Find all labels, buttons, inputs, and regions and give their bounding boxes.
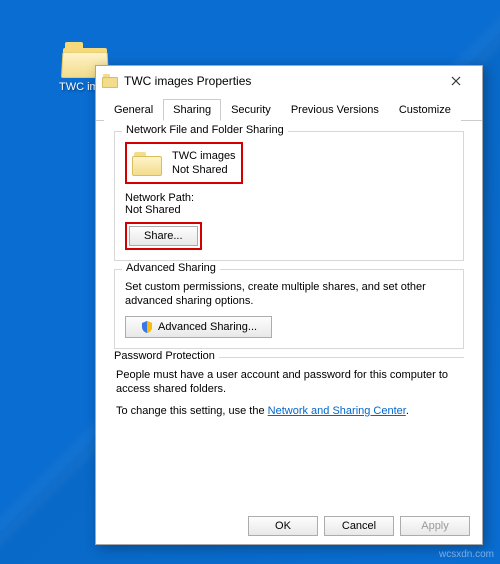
password-change-hint: To change this setting, use the Network … [116, 404, 462, 418]
tab-security[interactable]: Security [221, 99, 281, 121]
highlight-share-status: TWC images Not Shared [125, 142, 243, 184]
apply-button[interactable]: Apply [400, 516, 470, 536]
advanced-sharing-group: Advanced Sharing Set custom permissions,… [114, 269, 464, 349]
folder-icon [102, 74, 118, 88]
share-button[interactable]: Share... [129, 226, 198, 246]
ok-button[interactable]: OK [248, 516, 318, 536]
folder-name: TWC images [172, 149, 236, 163]
text: . [406, 405, 409, 417]
close-button[interactable] [436, 67, 476, 95]
advanced-sharing-button[interactable]: Advanced Sharing... [125, 316, 272, 338]
tab-sharing[interactable]: Sharing [163, 99, 221, 121]
network-sharing-group: Network File and Folder Sharing TWC imag… [114, 131, 464, 261]
folder-icon [132, 150, 162, 176]
group-legend: Password Protection [114, 350, 219, 362]
text: To change this setting, use the [116, 405, 268, 417]
cancel-button[interactable]: Cancel [324, 516, 394, 536]
advanced-sharing-label: Advanced Sharing... [158, 321, 257, 333]
tab-customize[interactable]: Customize [389, 99, 461, 121]
group-legend: Network File and Folder Sharing [122, 124, 288, 136]
watermark: wcsxdn.com [439, 549, 494, 560]
tab-strip: General Sharing Security Previous Versio… [96, 98, 482, 121]
group-legend: Advanced Sharing [122, 262, 220, 274]
shield-icon [140, 320, 154, 334]
dialog-title: TWC images Properties [124, 74, 251, 88]
dialog-footer: OK Cancel Apply [96, 508, 482, 544]
titlebar[interactable]: TWC images Properties [96, 66, 482, 96]
share-status: Not Shared [172, 163, 236, 177]
tab-general[interactable]: General [104, 99, 163, 121]
tab-previous-versions[interactable]: Previous Versions [281, 99, 389, 121]
network-path-label: Network Path: [125, 192, 453, 204]
password-desc: People must have a user account and pass… [116, 368, 462, 396]
tab-content: Network File and Folder Sharing TWC imag… [96, 121, 482, 508]
advanced-desc: Set custom permissions, create multiple … [125, 280, 453, 308]
close-icon [451, 76, 461, 86]
properties-dialog: TWC images Properties General Sharing Se… [95, 65, 483, 545]
password-protection-group: Password Protection People must have a u… [114, 357, 464, 436]
network-path-value: Not Shared [125, 204, 453, 216]
highlight-share-button: Share... [125, 222, 202, 250]
network-sharing-center-link[interactable]: Network and Sharing Center [268, 405, 406, 417]
